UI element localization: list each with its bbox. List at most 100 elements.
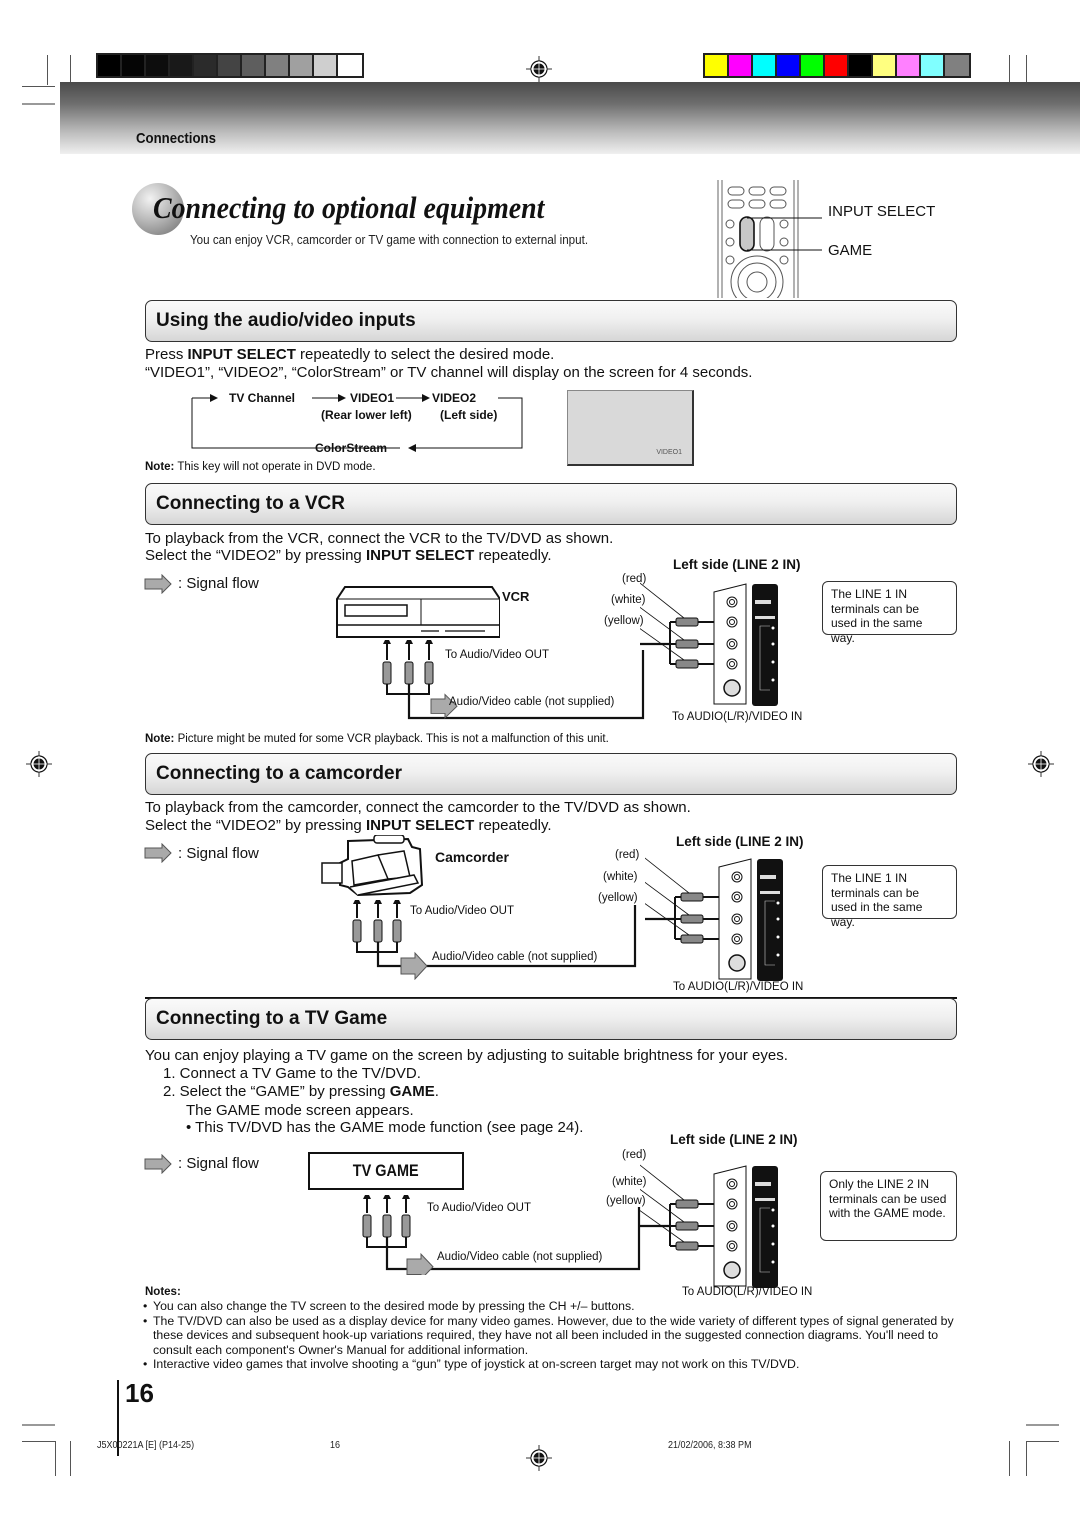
av-note: Note: This key will not operate in DVD m… <box>145 461 376 473</box>
vcr-in-label: To AUDIO(L/R)/VIDEO IN <box>672 711 803 723</box>
gray-swatch <box>146 55 170 76</box>
gray-swatch <box>338 55 362 76</box>
tvgame-intro: You can enjoy playing a TV game on the s… <box>145 1047 788 1064</box>
crop-mark <box>1026 1441 1059 1442</box>
vcr-panel-title: Left side (LINE 2 IN) <box>673 557 801 572</box>
camcorder-instruction-line2: Select the “VIDEO2” by pressing INPUT SE… <box>145 817 552 834</box>
section-title: Using the audio/video inputs <box>156 310 416 331</box>
color-swatch <box>897 55 921 76</box>
cycle-video1-sub: (Rear lower left) <box>321 408 412 422</box>
tvgame-step1: 1. Connect a TV Game to the TV/DVD. <box>163 1065 421 1082</box>
notes-title: Notes: <box>145 1286 181 1298</box>
section-title: Connecting to a camcorder <box>156 763 402 784</box>
color-swatch <box>705 55 729 76</box>
vcr-device-icon <box>336 586 500 638</box>
crop-mark <box>22 1424 55 1426</box>
color-swatch <box>873 55 897 76</box>
camcorder-device-label: Camcorder <box>435 849 509 865</box>
vcr-note: Note: Picture might be muted for some VC… <box>145 733 609 745</box>
cycle-colorstream: ColorStream <box>315 441 388 455</box>
tvgame-step2-sub: The GAME mode screen appears. <box>186 1102 414 1119</box>
tv-game-device-label: TV GAME <box>353 1161 419 1180</box>
gray-swatch <box>218 55 242 76</box>
section-header-vcr: Connecting to a VCR <box>145 483 957 525</box>
registration-target-icon <box>1028 751 1054 777</box>
av-instruction-line1: Press INPUT SELECT repeatedly to select … <box>145 346 555 363</box>
color-swatch <box>945 55 969 76</box>
tvgame-panel-title: Left side (LINE 2 IN) <box>670 1132 798 1147</box>
crop-mark <box>1026 1441 1027 1476</box>
remote-callout-lines <box>800 217 822 251</box>
page-title: Connecting to optional equipment <box>153 190 545 225</box>
color-swatch <box>777 55 801 76</box>
registration-target-icon <box>26 751 52 777</box>
game-label: GAME <box>828 242 873 259</box>
section-header-tv-game: Connecting to a TV Game <box>145 998 957 1040</box>
camcorder-in-label: To AUDIO(L/R)/VIDEO IN <box>673 981 804 993</box>
camcorder-out-label: To Audio/Video OUT <box>410 905 514 917</box>
wire-white-label: (white) <box>603 871 638 883</box>
tvgame-out-label: To Audio/Video OUT <box>427 1202 531 1214</box>
footer-sheet-number: 16 <box>330 1440 341 1451</box>
section-title: Connecting to a VCR <box>156 493 345 514</box>
footer-doc-code: J5X00221A [E] (P14-25) <box>97 1440 195 1451</box>
registration-target-icon <box>526 56 552 82</box>
cycle-tv-channel: TV Channel <box>229 391 296 405</box>
camcorder-cable-label: Audio/Video cable (not supplied) <box>432 951 598 963</box>
cycle-video1: VIDEO1 <box>350 391 395 405</box>
remote-control-icon <box>717 180 804 298</box>
vcr-instruction-line1: To playback from the VCR, connect the VC… <box>145 530 614 547</box>
line2-input-panel <box>640 1164 778 1288</box>
signal-flow-legend: : Signal flow <box>178 1155 259 1172</box>
tvgame-step2: 2. Select the “GAME” by pressing GAME. <box>163 1083 439 1100</box>
gray-swatch <box>266 55 290 76</box>
wire-red-label: (red) <box>615 849 640 861</box>
line2-input-panel <box>645 857 783 981</box>
page-subtitle: You can enjoy VCR, camcorder or TV game … <box>190 233 589 247</box>
gray-swatch <box>122 55 146 76</box>
camcorder-device-icon <box>321 835 424 897</box>
tvgame-bullet: • This TV/DVD has the GAME mode function… <box>186 1119 584 1136</box>
camcorder-panel-title: Left side (LINE 2 IN) <box>676 834 804 849</box>
section-label: Connections <box>136 130 216 147</box>
section-header-av-inputs: Using the audio/video inputs <box>145 300 957 342</box>
crop-mark <box>47 55 48 85</box>
color-swatch <box>849 55 873 76</box>
note-item: The TV/DVD can also be used as a display… <box>143 1314 963 1358</box>
section-header-camcorder: Connecting to a camcorder <box>145 753 957 795</box>
crop-mark <box>1026 1424 1059 1426</box>
screen-preview: VIDEO1 <box>567 390 694 466</box>
color-swatch <box>753 55 777 76</box>
screen-mode-label: VIDEO1 <box>656 449 682 456</box>
vcr-instruction-line2: Select the “VIDEO2” by pressing INPUT SE… <box>145 547 552 564</box>
signal-flow-arrow-icon <box>144 574 172 594</box>
vcr-out-label: To Audio/Video OUT <box>445 649 549 661</box>
cycle-video2: VIDEO2 <box>432 391 477 405</box>
wire-yellow-label: (yellow) <box>598 892 638 904</box>
note-item: Interactive video games that involve sho… <box>143 1357 963 1372</box>
section-title: Connecting to a TV Game <box>156 1008 388 1029</box>
camcorder-side-note: The LINE 1 IN terminals can be used in t… <box>822 865 957 929</box>
grayscale-calibration-bar <box>96 53 364 78</box>
tvgame-cable-label: Audio/Video cable (not supplied) <box>437 1251 603 1263</box>
registration-target-icon <box>526 1445 552 1471</box>
signal-flow-arrow-icon <box>144 843 172 863</box>
notes-list: You can also change the TV screen to the… <box>143 1299 963 1372</box>
line2-input-panel <box>640 582 778 706</box>
vcr-side-note: The LINE 1 IN terminals can be used in t… <box>822 581 957 645</box>
crop-mark <box>70 1441 71 1476</box>
cycle-video2-sub: (Left side) <box>440 408 498 422</box>
crop-mark <box>55 1441 56 1476</box>
signal-flow-legend: : Signal flow <box>178 575 259 592</box>
vcr-device-label: VCR <box>502 589 530 604</box>
gray-swatch <box>314 55 338 76</box>
crop-mark <box>22 86 55 87</box>
gray-swatch <box>290 55 314 76</box>
signal-flow-arrow-icon <box>144 1154 172 1174</box>
crop-mark <box>1009 1441 1010 1476</box>
signal-flow-legend: : Signal flow <box>178 845 259 862</box>
footer-timestamp: 21/02/2006, 8:38 PM <box>668 1440 752 1451</box>
input-select-label: INPUT SELECT <box>828 203 936 220</box>
tvgame-in-label: To AUDIO(L/R)/VIDEO IN <box>682 1286 813 1298</box>
note-item: You can also change the TV screen to the… <box>143 1299 963 1314</box>
